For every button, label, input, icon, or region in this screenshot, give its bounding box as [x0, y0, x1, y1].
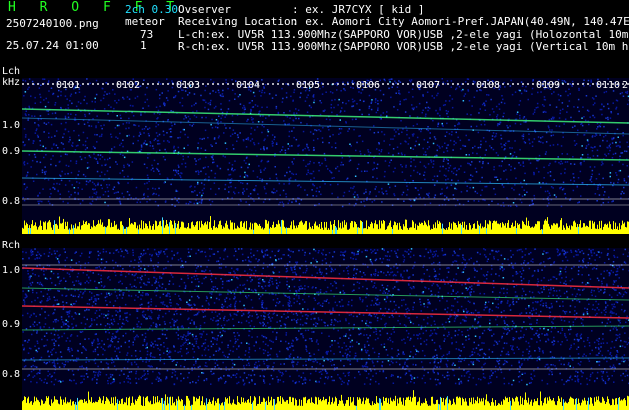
filename-label: 2507240100.png — [6, 17, 99, 30]
minute-mark: 0106 — [356, 80, 381, 91]
minute-mark: 0110 — [596, 80, 621, 91]
timestamp-label: 25.07.24 01:00 — [6, 39, 99, 52]
rch-spectrogram — [22, 248, 629, 410]
lch-spectrogram-svg — [22, 78, 629, 234]
minute-mark: 0103 — [176, 80, 201, 91]
rch-ytick-1: 1.0 — [2, 265, 21, 276]
lch-ytick-3: 0.8 — [2, 196, 21, 207]
minute-mark: 0101 — [56, 80, 81, 91]
category-label: meteor — [125, 15, 165, 28]
rch-ytick-2: 0.9 — [2, 319, 21, 330]
rch-ytick-3: 0.8 — [2, 369, 21, 380]
lch-ytick-2: 0.9 — [2, 146, 21, 157]
minute-mark: 0104 — [236, 80, 261, 91]
location-label: Receiving Location — [178, 15, 298, 28]
rch-spectrogram-svg — [22, 248, 629, 410]
lch-spectrogram — [22, 78, 629, 234]
minute-mark: 0107 — [416, 80, 441, 91]
lch-ytick-1: 1.0 — [2, 120, 21, 131]
minute-mark: 0108 — [476, 80, 501, 91]
rch-label: Rch — [2, 240, 21, 251]
lch-unit: kHz — [2, 77, 21, 88]
lch-info: L-ch:ex. UV5R 113.900Mhz(SAPPORO VOR)USB… — [178, 29, 629, 41]
location-value: : ex. Aomori City Aomori-Pref.JAPAN(40.4… — [292, 15, 629, 28]
count-rch: 1 — [140, 39, 147, 52]
edge-mark: 2 — [622, 80, 629, 91]
minute-mark: 0109 — [536, 80, 561, 91]
rch-info: R-ch:ex. UV5R 113.900Mhz(SAPPORO VOR)USB… — [178, 41, 629, 53]
minute-mark: 0102 — [116, 80, 141, 91]
lch-label: Lch — [2, 66, 21, 77]
minute-mark: 0105 — [296, 80, 321, 91]
